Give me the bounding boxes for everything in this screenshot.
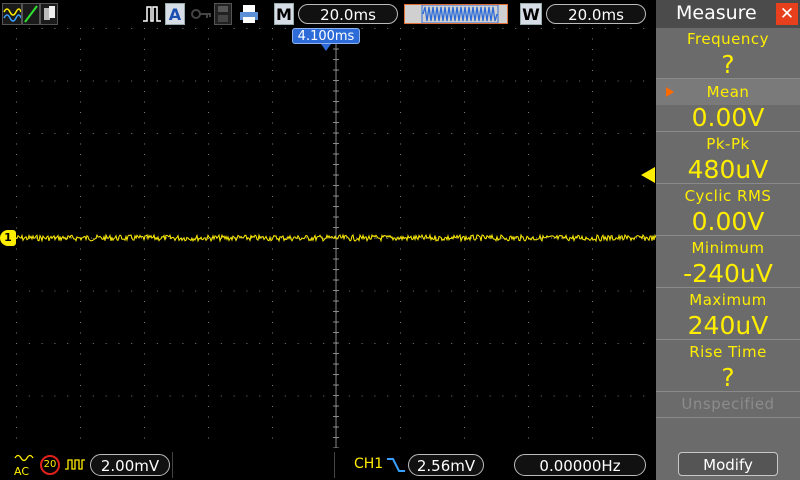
trigger-position-label[interactable]: 4.100ms (292, 28, 360, 44)
frequency-counter-readout: 0.00000Hz (514, 454, 646, 476)
main-timebase-label: M (274, 3, 294, 25)
measure-value-minimum: -240uV (683, 259, 773, 288)
divider (334, 452, 335, 478)
printer-icon (238, 3, 260, 25)
measure-value-maximum: 240uV (687, 311, 769, 340)
trigger-level-arrow-icon[interactable] (641, 167, 655, 183)
top-status-bar: A M 20.0ms W 20.0ms (0, 0, 656, 28)
window-timebase-readout[interactable]: 20.0ms (546, 4, 646, 24)
timebase-readout[interactable]: 20.0ms (298, 4, 398, 24)
divider (656, 417, 800, 418)
memory-position-bar[interactable] (404, 4, 508, 24)
waveform-mode-icon[interactable] (2, 3, 22, 25)
selected-arrow-icon (666, 87, 674, 97)
ac-wave-icon (14, 454, 34, 462)
measure-value-rise-time: ? (721, 363, 735, 392)
probe-pulse-icon (64, 456, 86, 470)
measure-panel-title: Measure (676, 2, 757, 24)
measure-label-cyclic-rms[interactable]: Cyclic RMS (656, 183, 800, 209)
channel1-ground-marker[interactable]: 1 (0, 230, 16, 246)
key-lock-icon (190, 3, 212, 25)
coupling-indicator[interactable]: AC (14, 453, 36, 478)
volts-per-div-readout[interactable]: 2.00mV (90, 454, 170, 476)
trigger-position-arrow-icon[interactable] (321, 44, 331, 51)
measure-label-pkpk[interactable]: Pk-Pk (656, 131, 800, 157)
falling-edge-icon[interactable] (386, 456, 406, 474)
vector-mode-icon[interactable] (22, 3, 40, 25)
measure-label-frequency[interactable]: Frequency (656, 26, 800, 52)
trigger-level-readout[interactable]: 2.56mV (408, 454, 484, 476)
coupling-label: AC (14, 465, 30, 478)
measure-value-pkpk: 480uV (687, 155, 769, 184)
trigger-pulse-icon (142, 3, 162, 25)
bandwidth-limit-indicator[interactable]: 20 (40, 455, 60, 475)
measure-panel-header: Measure ✕ (656, 0, 800, 28)
measure-label-maximum[interactable]: Maximum (656, 287, 800, 313)
measure-panel: Measure ✕ Frequency ? Mean 0.00V Pk-Pk 4… (656, 0, 800, 480)
trigger-source-label[interactable]: CH1 (354, 456, 383, 472)
persist-mode-icon[interactable] (40, 3, 58, 25)
save-disk-icon (214, 3, 232, 25)
graticule (16, 28, 656, 448)
auto-trigger-indicator: A (165, 3, 185, 25)
measure-label-rise-time[interactable]: Rise Time (656, 339, 800, 365)
measure-value-frequency: ? (721, 50, 735, 79)
measure-label-mean[interactable]: Mean (656, 79, 800, 105)
close-icon[interactable]: ✕ (776, 3, 798, 25)
modify-button[interactable]: Modify (678, 452, 778, 476)
measure-label-minimum[interactable]: Minimum (656, 235, 800, 261)
measure-label-unspecified[interactable]: Unspecified (656, 391, 800, 417)
measure-value-cyclic-rms: 0.00V (691, 207, 765, 236)
measure-value-mean: 0.00V (691, 103, 765, 132)
divider (172, 452, 173, 478)
window-timebase-label: W (520, 3, 542, 25)
waveform-display[interactable] (16, 28, 656, 448)
